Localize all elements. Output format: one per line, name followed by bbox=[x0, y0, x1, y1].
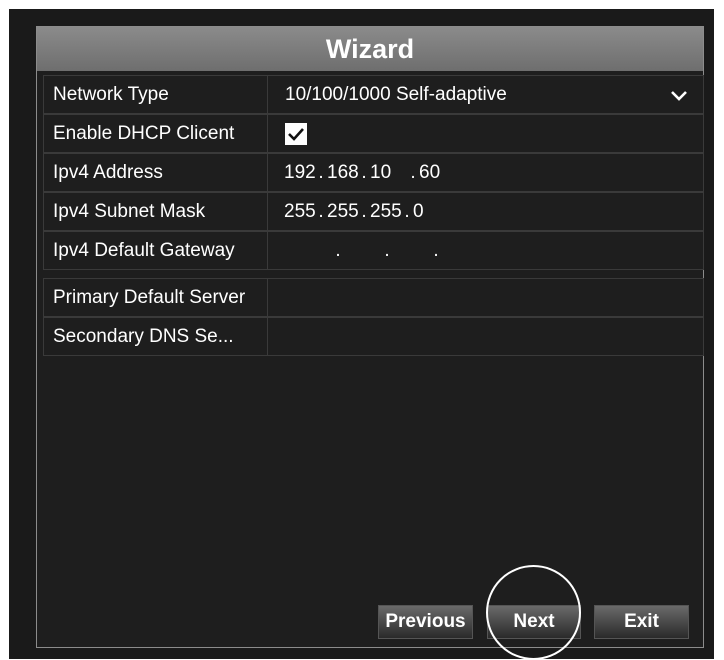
ipv4-subnet-octet-1[interactable]: 255 bbox=[284, 201, 316, 223]
ipv4-subnet-input[interactable]: 255 . 255 . 255 . 0 bbox=[268, 193, 703, 230]
title-bar: Wizard bbox=[37, 27, 703, 71]
secondary-dns-input[interactable] bbox=[268, 318, 703, 355]
secondary-dns-row: Secondary DNS Se... bbox=[43, 317, 704, 356]
ipv4-address-octet-1[interactable]: 192 bbox=[284, 162, 316, 184]
network-type-select[interactable]: 10/100/1000 Self-adaptive bbox=[268, 76, 703, 113]
dialog-title: Wizard bbox=[325, 33, 415, 64]
wizard-dialog: Wizard Network Type 10/100/1000 Self-ada… bbox=[36, 26, 704, 648]
ipv4-subnet-octet-3[interactable]: 255 bbox=[370, 201, 402, 223]
ipv4-address-octet-3[interactable]: 10 bbox=[370, 162, 407, 184]
chevron-down-icon bbox=[671, 90, 687, 101]
primary-dns-row: Primary Default Server bbox=[43, 278, 704, 317]
dhcp-value-cell bbox=[268, 115, 703, 152]
primary-dns-input[interactable] bbox=[268, 279, 703, 316]
ipv4-subnet-octet-4[interactable]: 0 bbox=[413, 201, 444, 223]
ipv4-address-label: Ipv4 Address bbox=[44, 154, 268, 191]
checkmark-icon bbox=[288, 127, 304, 141]
ipv4-address-row: Ipv4 Address 192 . 168 . 10 . 60 bbox=[43, 153, 704, 192]
ipv4-subnet-row: Ipv4 Subnet Mask 255 . 255 . 255 . 0 bbox=[43, 192, 704, 231]
previous-button[interactable]: Previous bbox=[378, 605, 473, 639]
network-type-row: Network Type 10/100/1000 Self-adaptive bbox=[43, 75, 704, 114]
ipv4-address-input[interactable]: 192 . 168 . 10 . 60 bbox=[268, 154, 703, 191]
next-button[interactable]: Next bbox=[487, 605, 581, 639]
ipv4-subnet-label: Ipv4 Subnet Mask bbox=[44, 193, 268, 230]
ipv4-gateway-input[interactable]: . . . bbox=[268, 232, 703, 269]
ipv4-address-octet-2[interactable]: 168 bbox=[327, 162, 359, 184]
dhcp-label: Enable DHCP Clicent bbox=[44, 115, 268, 152]
primary-dns-label: Primary Default Server bbox=[44, 279, 268, 316]
exit-button[interactable]: Exit bbox=[594, 605, 689, 639]
dhcp-row: Enable DHCP Clicent bbox=[43, 114, 704, 153]
ipv4-gateway-row: Ipv4 Default Gateway . . . bbox=[43, 231, 704, 270]
ipv4-subnet-octet-2[interactable]: 255 bbox=[327, 201, 359, 223]
secondary-dns-label: Secondary DNS Se... bbox=[44, 318, 268, 355]
dhcp-checkbox[interactable] bbox=[285, 122, 307, 145]
network-settings-form: Network Type 10/100/1000 Self-adaptive E… bbox=[43, 75, 704, 356]
network-type-label: Network Type bbox=[44, 76, 268, 113]
ipv4-address-octet-4[interactable]: 60 bbox=[419, 162, 450, 184]
ipv4-gateway-label: Ipv4 Default Gateway bbox=[44, 232, 268, 269]
network-type-value: 10/100/1000 Self-adaptive bbox=[285, 83, 507, 105]
